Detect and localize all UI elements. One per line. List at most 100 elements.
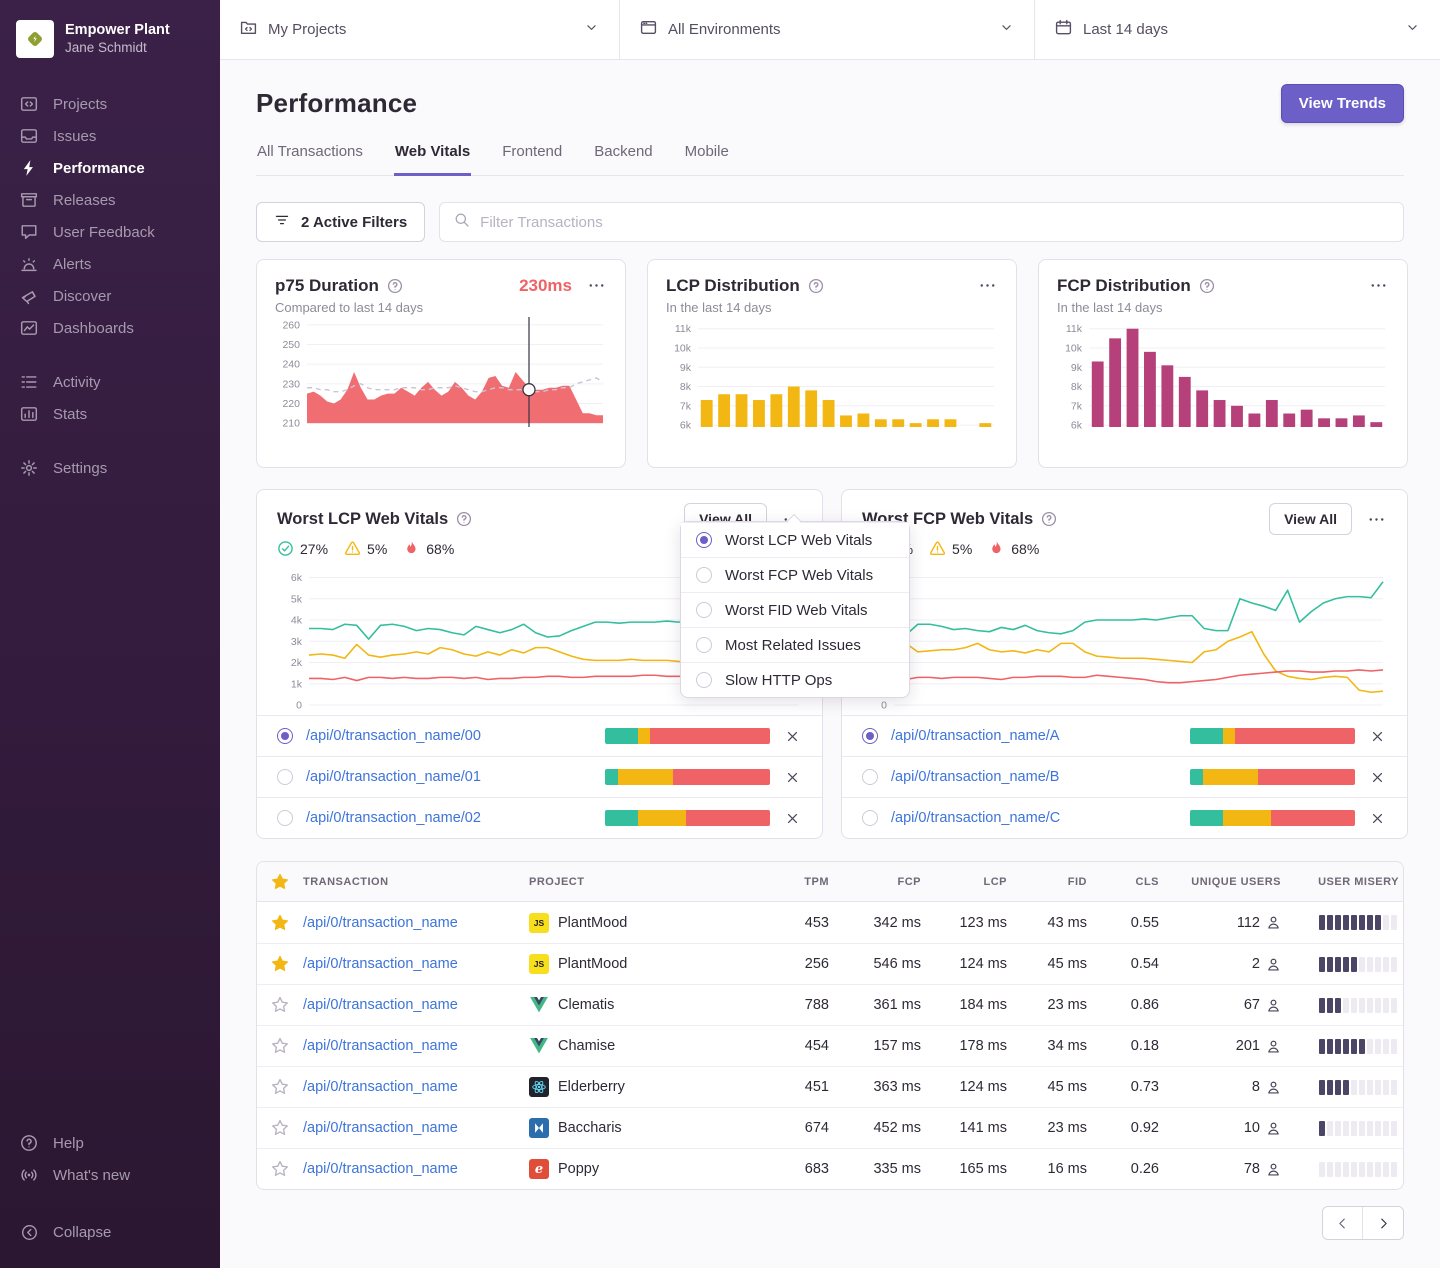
transaction-link[interactable]: /api/0/transaction_name xyxy=(303,1079,529,1095)
column-header-transaction[interactable]: TRANSACTION xyxy=(303,876,529,888)
sidebar-item-alerts[interactable]: Alerts xyxy=(0,248,220,280)
star-outline-icon[interactable] xyxy=(271,1037,289,1055)
sidebar-item-user-feedback[interactable]: User Feedback xyxy=(0,216,220,248)
project-filter[interactable]: My Projects xyxy=(220,0,620,59)
project-cell[interactable]: Clematis xyxy=(529,995,761,1015)
close-icon[interactable] xyxy=(1368,727,1387,746)
search-input[interactable] xyxy=(480,214,1389,231)
transaction-link[interactable]: /api/0/transaction_name xyxy=(303,1120,529,1136)
close-icon[interactable] xyxy=(783,727,802,746)
transaction-link[interactable]: /api/0/transaction_name xyxy=(303,1161,529,1177)
star-outline-icon[interactable] xyxy=(271,1078,289,1096)
settings-icon xyxy=(20,459,38,477)
transaction-link[interactable]: /api/0/transaction_name xyxy=(303,997,529,1013)
sidebar-item-performance[interactable]: Performance xyxy=(0,152,220,184)
active-filters-button[interactable]: 2 Active Filters xyxy=(256,202,425,242)
column-header-lcp[interactable]: LCP xyxy=(925,876,1011,888)
sidebar-item-projects[interactable]: Projects xyxy=(0,88,220,120)
dropdown-option-most-related-issues[interactable]: Most Related Issues xyxy=(681,627,909,662)
svg-text:7k: 7k xyxy=(680,400,692,412)
project-cell[interactable]: JSPlantMood xyxy=(529,954,761,974)
tab-web-vitals[interactable]: Web Vitals xyxy=(394,143,471,176)
view-all-button[interactable]: View All xyxy=(1269,503,1352,535)
question-icon[interactable] xyxy=(387,278,403,294)
question-icon[interactable] xyxy=(1041,511,1057,527)
sidebar-item-label: User Feedback xyxy=(53,224,155,241)
star-outline-icon[interactable] xyxy=(271,1119,289,1137)
transaction-radio[interactable] xyxy=(277,810,293,826)
star-filled-icon[interactable] xyxy=(271,873,289,891)
ellipsis-menu-button[interactable] xyxy=(977,275,998,296)
tab-backend[interactable]: Backend xyxy=(593,143,653,176)
sidebar-item-settings[interactable]: Settings xyxy=(0,452,220,484)
close-icon[interactable] xyxy=(783,809,802,828)
next-page-button[interactable] xyxy=(1363,1207,1403,1239)
sidebar-item-activity[interactable]: Activity xyxy=(0,366,220,398)
transaction-link[interactable]: /api/0/transaction_name xyxy=(303,956,529,972)
transaction-link[interactable]: /api/0/transaction_name/01 xyxy=(306,769,592,785)
column-header-project[interactable]: PROJECT xyxy=(529,876,761,888)
sidebar-collapse[interactable]: Collapse xyxy=(0,1217,220,1248)
question-icon[interactable] xyxy=(456,511,472,527)
sidebar-item-stats[interactable]: Stats xyxy=(0,398,220,430)
sidebar-item-releases[interactable]: Releases xyxy=(0,184,220,216)
column-header-cls[interactable]: CLS xyxy=(1091,876,1163,888)
unique-users-cell: 2 xyxy=(1163,956,1285,972)
transaction-link[interactable]: /api/0/transaction_name/C xyxy=(891,810,1177,826)
column-header-tpm[interactable]: TPM xyxy=(761,876,833,888)
dropdown-option-slow-http-ops[interactable]: Slow HTTP Ops xyxy=(681,662,909,697)
tab-mobile[interactable]: Mobile xyxy=(684,143,730,176)
ellipsis-menu-button[interactable] xyxy=(1368,275,1389,296)
transaction-link[interactable]: /api/0/transaction_name/02 xyxy=(306,810,592,826)
column-header-unique-users[interactable]: UNIQUE USERS xyxy=(1163,876,1285,888)
close-icon[interactable] xyxy=(1368,768,1387,787)
ellipsis-menu-button[interactable] xyxy=(586,275,607,296)
dropdown-option-worst-fid-web-vitals[interactable]: Worst FID Web Vitals xyxy=(681,592,909,627)
column-header-fid[interactable]: FID xyxy=(1011,876,1091,888)
project-cell[interactable]: Elderberry xyxy=(529,1077,761,1097)
ellipsis-menu-button[interactable] xyxy=(1366,509,1387,530)
org-user: Jane Schmidt xyxy=(65,39,170,57)
platform-icon xyxy=(529,1118,549,1138)
environment-filter[interactable]: All Environments xyxy=(620,0,1035,59)
project-cell[interactable]: ePoppy xyxy=(529,1159,761,1179)
transaction-radio[interactable] xyxy=(862,728,878,744)
sidebar-item-discover[interactable]: Discover xyxy=(0,280,220,312)
transaction-link[interactable]: /api/0/transaction_name xyxy=(303,915,529,931)
dropdown-option-worst-fcp-web-vitals[interactable]: Worst FCP Web Vitals xyxy=(681,557,909,592)
column-header-fcp[interactable]: FCP xyxy=(833,876,925,888)
view-trends-button[interactable]: View Trends xyxy=(1281,84,1404,123)
sidebar-item-label: Releases xyxy=(53,192,116,209)
org-switcher[interactable]: Empower Plant Jane Schmidt xyxy=(0,14,220,88)
transaction-radio[interactable] xyxy=(862,810,878,826)
tab-frontend[interactable]: Frontend xyxy=(501,143,563,176)
project-cell[interactable]: Baccharis xyxy=(529,1118,761,1138)
transaction-radio[interactable] xyxy=(277,769,293,785)
star-outline-icon[interactable] xyxy=(271,996,289,1014)
transaction-link[interactable]: /api/0/transaction_name/A xyxy=(891,728,1177,744)
sidebar-item-what-s-new[interactable]: What's new xyxy=(0,1159,220,1191)
close-icon[interactable] xyxy=(783,768,802,787)
sidebar-item-help[interactable]: Help xyxy=(0,1127,220,1159)
sidebar-item-dashboards[interactable]: Dashboards xyxy=(0,312,220,344)
star-filled-icon[interactable] xyxy=(271,955,289,973)
question-icon[interactable] xyxy=(808,278,824,294)
date-filter[interactable]: Last 14 days xyxy=(1035,0,1440,59)
transaction-link[interactable]: /api/0/transaction_name xyxy=(303,1038,529,1054)
question-icon[interactable] xyxy=(1199,278,1215,294)
dropdown-option-worst-lcp-web-vitals[interactable]: Worst LCP Web Vitals xyxy=(681,522,909,557)
column-header-user-misery[interactable]: USER MISERY xyxy=(1285,876,1403,888)
close-icon[interactable] xyxy=(1368,809,1387,828)
project-cell[interactable]: JSPlantMood xyxy=(529,913,761,933)
sidebar-item-issues[interactable]: Issues xyxy=(0,120,220,152)
star-outline-icon[interactable] xyxy=(271,1160,289,1178)
transaction-link[interactable]: /api/0/transaction_name/B xyxy=(891,769,1177,785)
transaction-radio[interactable] xyxy=(277,728,293,744)
previous-page-button[interactable] xyxy=(1323,1207,1363,1239)
transaction-link[interactable]: /api/0/transaction_name/00 xyxy=(306,728,592,744)
star-filled-icon[interactable] xyxy=(271,914,289,932)
tab-all-transactions[interactable]: All Transactions xyxy=(256,143,364,176)
project-cell[interactable]: Chamise xyxy=(529,1036,761,1056)
transaction-radio[interactable] xyxy=(862,769,878,785)
lcp-value: 165 ms xyxy=(925,1161,1011,1177)
